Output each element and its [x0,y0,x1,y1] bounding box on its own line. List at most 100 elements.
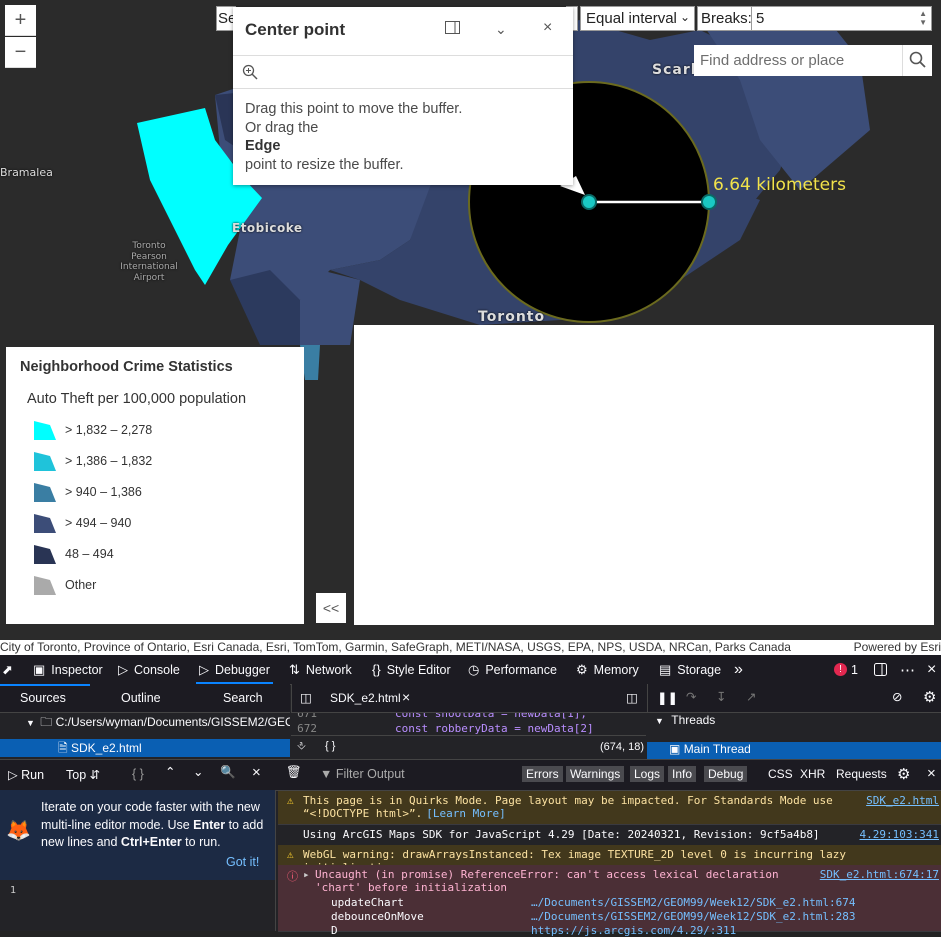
search-icon[interactable]: 🔍 [220,765,236,780]
multiline-editor[interactable]: 🦊 Iterate on your code faster with the n… [0,790,276,931]
got-it-link[interactable]: Got it! [226,855,259,869]
popup: Center point ⌄ × Drag this point to move… [233,7,573,185]
message-text: Uncaught (in promise) ReferenceError: ca… [315,868,779,894]
filter-warnings[interactable]: Warnings [566,766,625,782]
stack-frame[interactable]: updateChart …/Documents/GISSEM2/GEOM99/We… [331,896,941,909]
dock-icon[interactable] [445,21,461,38]
close-console-icon[interactable]: × [927,765,936,782]
tab-console[interactable]: ▷ Console [118,655,180,684]
code-line[interactable]: 671 const shootData = newData[1]; [291,713,587,722]
collapse-button[interactable]: << [316,593,346,623]
legend-swatch [34,452,56,471]
learn-more-link[interactable]: [Learn More] [426,807,505,820]
pause-icon[interactable]: ❚❚ [657,690,678,705]
powered-by[interactable]: Powered by Esri [845,640,941,655]
line-number: 1 [10,885,17,896]
menu-icon[interactable]: ⋯ [900,655,915,684]
expand-icon[interactable]: ▸ [303,868,310,881]
braces-icon[interactable]: { } [132,767,144,781]
pretty-print-icon[interactable]: ⎀ [297,740,306,753]
error-indicator[interactable]: ! 1 [834,655,858,684]
settings-icon[interactable]: ⚙ [923,688,936,706]
legend-swatch [34,576,56,595]
legend-label: > 940 – 1,386 [65,485,142,499]
source-tree-folder[interactable]: ▼ 🗀 C:/Users/wyman/Documents/GISSEM2/GEO… [0,713,290,733]
braces-button[interactable]: { } [325,740,335,752]
active-tab-indicator [0,684,90,686]
filter-logs[interactable]: Logs [630,766,665,782]
source-tree-file[interactable]: 🗎 SDK_e2.html [0,739,290,757]
code-editor[interactable]: 671 const shootData = newData[1]; 672 const… [291,713,646,735]
legend-item: Other [33,573,96,597]
filter-xhr[interactable]: XHR [800,766,825,782]
legend-item: > 940 – 1,386 [33,480,142,504]
sources-tabbar: Sources Outline Search [0,684,290,713]
history-down-icon[interactable]: ⌄ [193,764,203,779]
attribution-bar: City of Toronto, Province of Ontario, Es… [0,640,941,655]
stack-location[interactable]: …/Documents/GISSEM2/GEOM99/Week12/SDK_e2… [531,896,856,909]
breaks-input[interactable]: 5 ▲ ▼ [751,6,932,31]
filter-errors[interactable]: Errors [522,766,563,782]
threads-header[interactable]: ▼ Threads [647,713,941,735]
filter-css[interactable]: CSS [768,766,793,782]
tab-style-editor[interactable]: {} Style Editor [372,655,451,684]
editor-tab[interactable]: SDK_e2.html [330,691,401,705]
source-link[interactable]: SDK_e2.html [866,794,939,807]
main-thread-item[interactable]: ▣ Main Thread [647,742,941,759]
breaks-label: Breaks: [697,6,752,31]
step-in-icon[interactable]: ↧ [716,689,726,704]
close-devtools-icon[interactable]: × [927,655,936,684]
legend-item: > 1,386 – 1,832 [33,449,152,473]
tab-performance[interactable]: ◷ Performance [468,655,557,684]
tab-debugger[interactable]: ▷ Debugger [196,655,273,684]
close-tab-icon[interactable]: × [402,689,410,705]
filter-info[interactable]: Info [668,766,697,782]
classification-method-select[interactable]: Equal interval ⌄ [580,6,695,31]
tab-sources[interactable]: Sources [20,691,66,705]
filter-debug[interactable]: Debug [704,766,748,782]
close-icon[interactable]: × [543,19,552,37]
filter-requests[interactable]: Requests [836,766,887,782]
console-message-log[interactable]: Using ArcGIS Maps SDK for JavaScript 4.2… [278,825,941,846]
toggle-panel-icon[interactable]: ◫ [626,690,638,705]
zoom-in-button[interactable]: + [5,5,36,36]
zoom-to-icon[interactable] [242,64,259,81]
run-button[interactable]: ▷ Run [8,767,44,782]
console-settings-icon[interactable]: ⚙ [897,765,910,783]
legend-swatch [34,514,56,533]
source-link[interactable]: 4.29:103:341 [860,828,939,841]
filter-input[interactable]: ▼ Filter Output [320,767,405,781]
toggle-sidebar-icon[interactable]: ◫ [300,690,312,705]
search-button[interactable] [902,45,932,76]
collapse-icon[interactable]: ⌄ [495,21,507,38]
zoom-out-button[interactable]: − [5,37,36,68]
edge-point-handle[interactable] [701,194,717,210]
step-over-icon[interactable]: ↷ [686,689,696,704]
tab-inspector[interactable]: ▣ Inspector [33,655,103,684]
console-message-warn[interactable]: ⚠ This page is in Quirks Mode. Page layou… [278,791,941,825]
center-point-handle[interactable] [581,194,597,210]
tab-search[interactable]: Search [223,691,263,705]
tab-memory[interactable]: ⚙ Memory [576,655,639,684]
spinner-icon[interactable]: ▲ ▼ [919,9,927,27]
stack-frame[interactable]: debounceOnMove …/Documents/GISSEM2/GEOM99… [331,910,941,923]
step-out-icon[interactable]: ↗ [746,689,756,704]
search-input[interactable]: Find address or place [694,45,902,76]
tab-outline[interactable]: Outline [121,691,161,705]
trash-icon[interactable]: 🗑 [286,765,302,780]
console-message-warn[interactable]: ⚠ WebGL warning: drawArraysInstanced: Tex… [278,845,941,874]
more-tools-icon[interactable]: » [734,655,743,684]
history-up-icon[interactable]: ⌃ [165,764,175,779]
pick-element-icon[interactable]: ⬈ [2,655,19,684]
console-message-error[interactable]: ⓘ Uncaught (in promise) ReferenceError: c… [278,865,941,937]
close-editor-icon[interactable]: × [252,764,261,781]
deactivate-breakpoints-icon[interactable]: ⊘ [892,689,902,704]
tab-network[interactable]: ⇅ Network [289,655,352,684]
context-select[interactable]: Top ⇵ [66,767,100,782]
dock-side-icon[interactable] [874,655,888,684]
source-link[interactable]: SDK_e2.html:674:17 [820,868,939,881]
tab-storage[interactable]: ▤ Storage [659,655,721,684]
code-line[interactable]: 672 const robberyData = newData[2] [291,722,594,735]
stack-location[interactable]: …/Documents/GISSEM2/GEOM99/Week12/SDK_e2… [531,910,856,923]
legend-title: Neighborhood Crime Statistics [20,359,233,375]
